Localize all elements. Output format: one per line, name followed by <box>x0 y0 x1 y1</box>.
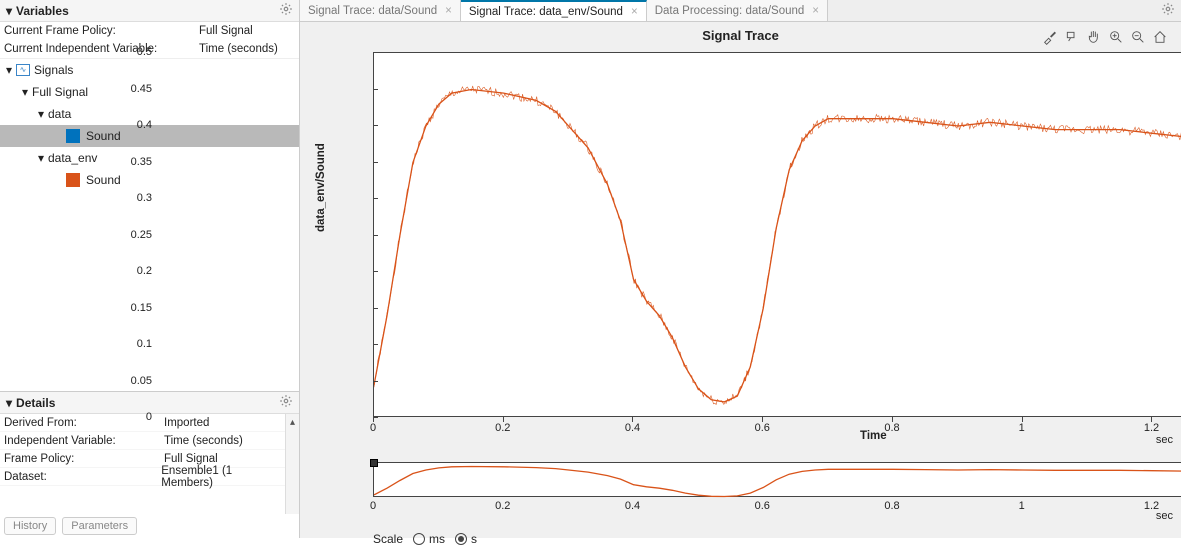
tree-data-env-label: data_env <box>48 151 97 165</box>
tab-label: Data Processing: data/Sound <box>655 5 805 17</box>
y-tick-label: 0.25 <box>112 229 152 241</box>
close-icon[interactable]: × <box>812 5 819 17</box>
scale-label: Scale <box>373 532 403 546</box>
derived-from-value: Imported <box>164 417 209 429</box>
fp-label: Frame Policy: <box>4 453 164 465</box>
scroll-up-icon[interactable] <box>286 414 299 428</box>
home-icon[interactable] <box>1151 28 1169 46</box>
civ-label: Current Independent Variable: <box>4 43 199 55</box>
x-unit-label: sec <box>1156 434 1173 446</box>
chart-canvas <box>374 53 1181 418</box>
iv-label: Independent Variable: <box>4 435 164 447</box>
y-tick-label: 0.45 <box>112 83 152 95</box>
brush-icon[interactable] <box>1041 28 1059 46</box>
scale-ms-radio[interactable] <box>413 533 425 545</box>
y-tick-label: 0.5 <box>112 46 152 58</box>
gear-icon[interactable] <box>279 394 293 411</box>
details-title: Details <box>16 396 55 410</box>
civ-value: Time (seconds) <box>199 43 278 55</box>
zoom-out-icon[interactable] <box>1129 28 1147 46</box>
tree-data-sound-label: Sound <box>86 129 121 143</box>
tree-data-label: data <box>48 107 71 121</box>
tree-data-env-sound-label: Sound <box>86 173 121 187</box>
overview-handle-left[interactable] <box>370 459 378 467</box>
y-tick-label: 0.35 <box>112 156 152 168</box>
gear-icon[interactable] <box>1161 2 1181 19</box>
swatch-blue <box>66 129 80 143</box>
x-tick-label: 0.8 <box>884 422 899 434</box>
scale-row: Scale ms s <box>373 532 477 546</box>
scale-s-radio[interactable] <box>455 533 467 545</box>
y-tick-label: 0 <box>112 411 152 423</box>
ds-value: Ensemble1 (1 Members) <box>161 465 285 489</box>
scale-ms-label: ms <box>429 532 445 546</box>
overview-x-tick-label: 0.6 <box>755 500 770 512</box>
tree-full-signal-label: Full Signal <box>32 85 88 99</box>
history-button[interactable]: History <box>4 517 56 535</box>
cfp-label: Current Frame Policy: <box>4 25 199 37</box>
pan-icon[interactable] <box>1085 28 1103 46</box>
details-row: Dataset: Ensemble1 (1 Members) <box>0 468 285 486</box>
x-tick-label: 0.2 <box>495 422 510 434</box>
collapse-icon: ▾ <box>6 4 12 18</box>
plot-area: Signal Trace data_env/Sound Time sec 00.… <box>300 22 1181 538</box>
scrollbar[interactable] <box>285 414 299 514</box>
tree-root-signals[interactable]: ▾ ∿ Signals <box>0 59 299 81</box>
data-tip-icon[interactable] <box>1063 28 1081 46</box>
swatch-orange <box>66 173 80 187</box>
y-tick-label: 0.4 <box>112 119 152 131</box>
tab-signal-trace-data-sound[interactable]: Signal Trace: data/Sound × <box>300 0 461 21</box>
y-tick-label: 0.2 <box>112 265 152 277</box>
y-tick-label: 0.05 <box>112 375 152 387</box>
overview-axes[interactable] <box>373 462 1181 497</box>
variables-title: Variables <box>16 4 69 18</box>
parameters-button[interactable]: Parameters <box>62 517 137 535</box>
tab-data-processing-data-sound[interactable]: Data Processing: data/Sound × <box>647 0 828 21</box>
scale-s-label: s <box>471 532 477 546</box>
y-axis-label: data_env/Sound <box>315 143 327 232</box>
x-tick-label: 1.2 <box>1144 422 1159 434</box>
tree-data-env-sound[interactable]: Sound <box>0 169 299 191</box>
details-body: Derived From: Imported Independent Varia… <box>0 414 299 514</box>
x-tick-label: 0.6 <box>755 422 770 434</box>
overview-x-tick-label: 1 <box>1019 500 1025 512</box>
tab-bar: Signal Trace: data/Sound × Signal Trace:… <box>300 0 1181 22</box>
signals-icon: ∿ <box>16 64 30 76</box>
iv-value: Time (seconds) <box>164 435 243 447</box>
overview-canvas <box>374 463 1181 498</box>
chart-toolbar <box>1041 28 1169 46</box>
x-tick-label: 1 <box>1019 422 1025 434</box>
overview-x-unit-label: sec <box>1156 510 1173 522</box>
variables-panel-header[interactable]: ▾ Variables <box>0 0 299 22</box>
tab-signal-trace-data-env-sound[interactable]: Signal Trace: data_env/Sound × <box>461 0 647 21</box>
ds-label: Dataset: <box>4 471 161 483</box>
x-tick-label: 0.4 <box>625 422 640 434</box>
zoom-in-icon[interactable] <box>1107 28 1125 46</box>
fp-value: Full Signal <box>164 453 218 465</box>
y-tick-label: 0.15 <box>112 302 152 314</box>
close-icon[interactable]: × <box>631 6 638 18</box>
current-frame-policy-row: Current Frame Policy: Full Signal <box>0 22 299 40</box>
y-tick-label: 0.1 <box>112 338 152 350</box>
tab-label: Signal Trace: data/Sound <box>308 5 437 17</box>
overview-x-tick-label: 0.4 <box>625 500 640 512</box>
close-icon[interactable]: × <box>445 5 452 17</box>
y-tick-label: 0.3 <box>112 192 152 204</box>
overview-x-tick-label: 0.2 <box>495 500 510 512</box>
x-axis-label: Time <box>860 430 887 442</box>
tree-root-label: Signals <box>34 63 73 77</box>
details-row: Independent Variable: Time (seconds) <box>0 432 285 450</box>
cfp-value: Full Signal <box>199 25 253 37</box>
main-axes[interactable] <box>373 52 1181 417</box>
collapse-icon: ▾ <box>6 396 12 410</box>
overview-x-tick-label: 0 <box>370 500 376 512</box>
x-tick-label: 0 <box>370 422 376 434</box>
gear-icon[interactable] <box>279 2 293 19</box>
details-button-rail: History Parameters <box>0 514 299 538</box>
tab-label: Signal Trace: data_env/Sound <box>469 6 623 18</box>
overview-x-tick-label: 0.8 <box>884 500 899 512</box>
